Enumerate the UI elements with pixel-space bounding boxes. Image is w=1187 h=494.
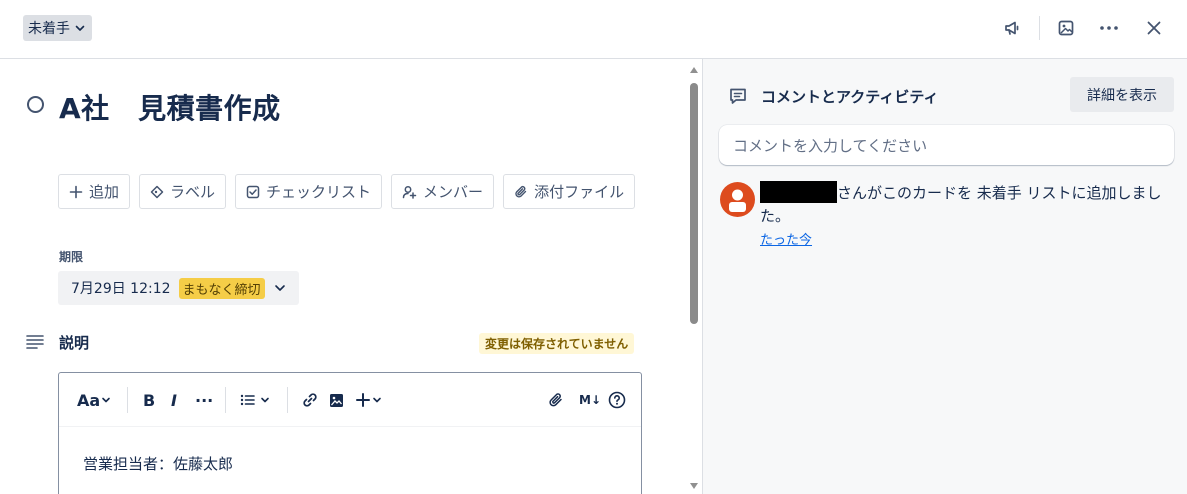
main-scrollbar[interactable] [686, 59, 702, 494]
insert-more-button[interactable] [356, 387, 382, 413]
toolbar-divider [287, 387, 288, 413]
comment-icon [728, 86, 748, 106]
italic-label: I [171, 390, 177, 410]
unsaved-changes-badge: 変更は保存されていません [479, 333, 635, 354]
checkbox-icon [246, 185, 260, 198]
image-icon[interactable] [1052, 14, 1080, 42]
link-button[interactable] [302, 387, 318, 413]
checklist-button-label: チェックリスト [266, 183, 372, 201]
labels-button-label: ラベル [170, 183, 216, 201]
bold-label: B [143, 390, 156, 410]
toolbar-divider [225, 387, 226, 413]
avatar [720, 182, 755, 217]
chevron-down-icon [274, 285, 285, 291]
members-button-label: メンバー [423, 183, 484, 201]
more-formatting-label: ··· [195, 390, 214, 410]
scrollbar-thumb[interactable] [690, 83, 698, 324]
help-button[interactable] [608, 387, 626, 413]
tag-icon [150, 185, 164, 198]
due-date-button[interactable]: 7月29日 12:12 まもなく締切 [58, 271, 299, 305]
list-button[interactable] [240, 387, 270, 413]
due-soon-badge: まもなく締切 [178, 277, 265, 299]
checklist-button[interactable]: チェックリスト [235, 174, 383, 209]
due-date-label: 期限 [59, 250, 84, 264]
link-icon [303, 393, 317, 407]
description-label: 説明 [59, 334, 90, 352]
show-details-button[interactable]: 詳細を表示 [1070, 77, 1174, 112]
attach-file-button[interactable] [548, 387, 564, 413]
user-icon [729, 189, 746, 212]
image-insert-button[interactable] [329, 387, 344, 413]
more-icon[interactable] [1095, 14, 1123, 42]
scroll-down-arrow[interactable] [690, 483, 698, 489]
text-style-label: Aa [77, 390, 101, 410]
plus-icon [356, 393, 370, 407]
activity-entry: さんがこのカードを 未着手 リストに追加しました。 [760, 181, 1174, 228]
bullet-list-icon [240, 394, 255, 406]
attachment-button[interactable]: 添付ファイル [503, 174, 636, 209]
card-main-pane: A社 見積書作成 追加 ラベル チェックリスト メンバー 添付ファイル 期限 7… [0, 59, 686, 494]
list-status-label: 未着手 [28, 21, 70, 37]
card-header: 未着手 [0, 0, 1187, 59]
card-title[interactable]: A社 見積書作成 [59, 87, 281, 127]
description-icon [26, 333, 44, 349]
chevron-down-icon [261, 397, 269, 403]
editor-toolbar: Aa B I ··· M↓ [59, 373, 641, 427]
scroll-up-arrow[interactable] [690, 67, 698, 73]
italic-button[interactable]: I [171, 387, 177, 413]
labels-button[interactable]: ラベル [139, 174, 227, 209]
text-style-button[interactable]: Aa [77, 387, 111, 413]
chevron-down-icon [75, 25, 85, 31]
plus-icon [69, 185, 83, 198]
attachment-button-label: 添付ファイル [534, 183, 625, 201]
description-editor[interactable]: Aa B I ··· M↓ 営業担当者：佐藤太郎 [58, 372, 642, 494]
bold-button[interactable]: B [143, 387, 155, 413]
complete-toggle-circle[interactable] [27, 96, 44, 113]
activity-title: コメントとアクティビティ [761, 88, 939, 106]
chevron-down-icon [102, 397, 110, 403]
activity-timestamp[interactable]: たった今 [760, 229, 812, 248]
more-formatting-button[interactable]: ··· [195, 387, 213, 413]
paperclip-icon [515, 185, 527, 197]
markdown-toggle[interactable]: M↓ [579, 387, 601, 413]
members-button[interactable]: メンバー [391, 174, 495, 209]
markdown-label: M↓ [579, 393, 601, 407]
toolbar-divider [127, 387, 128, 413]
paperclip-icon [549, 393, 562, 407]
redacted-username [760, 181, 837, 203]
chevron-down-icon [373, 397, 381, 403]
add-button[interactable]: 追加 [58, 174, 131, 209]
image-icon [330, 393, 343, 407]
help-icon [608, 391, 626, 409]
add-button-label: 追加 [89, 183, 120, 201]
add-user-icon [402, 185, 417, 199]
header-divider [1039, 16, 1040, 40]
megaphone-icon[interactable] [998, 14, 1026, 42]
close-icon[interactable] [1140, 14, 1168, 42]
list-status-dropdown[interactable]: 未着手 [23, 15, 92, 41]
activity-sidebar: コメントとアクティビティ 詳細を表示 コメントを入力してください さんがこのカー… [702, 59, 1187, 494]
due-date-value: 7月29日 12:12 [71, 281, 171, 297]
card-action-buttons: 追加 ラベル チェックリスト メンバー 添付ファイル [58, 174, 636, 209]
description-content[interactable]: 営業担当者：佐藤太郎 [83, 453, 233, 474]
comment-input[interactable]: コメントを入力してください [719, 125, 1174, 165]
